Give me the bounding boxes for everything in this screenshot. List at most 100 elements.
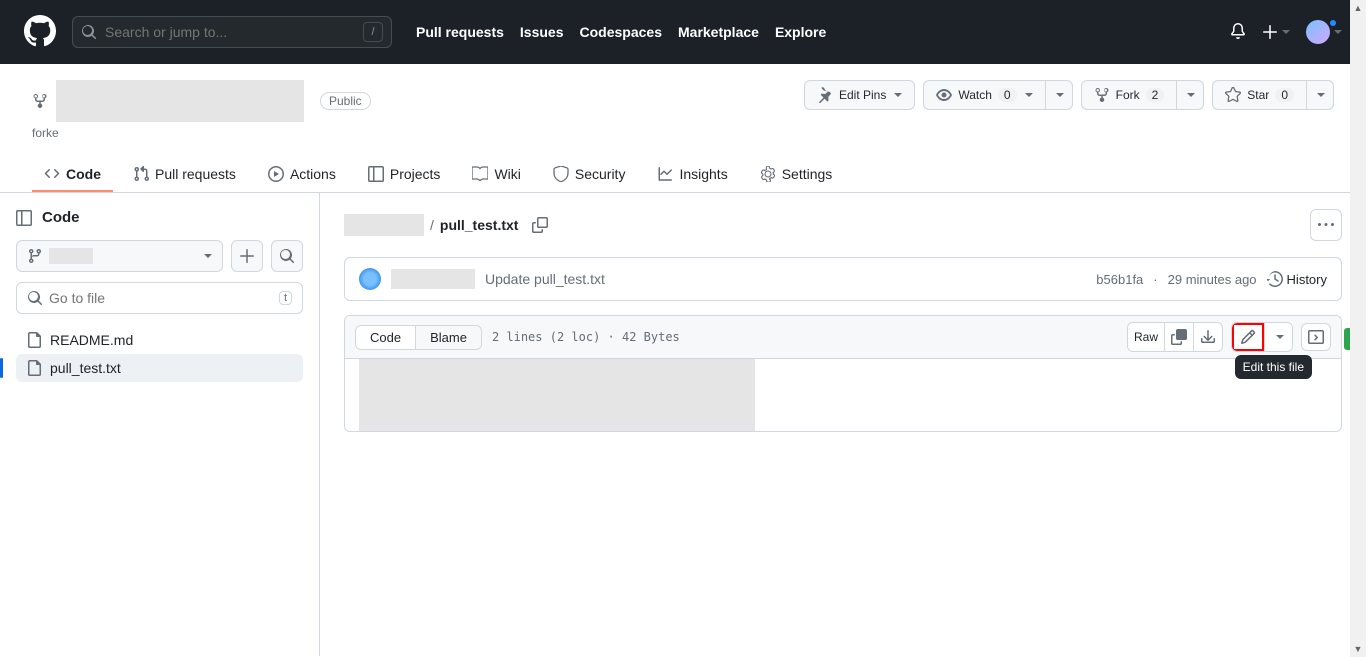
tab-actions[interactable]: Actions (256, 158, 348, 192)
nav-marketplace[interactable]: Marketplace (678, 24, 759, 40)
raw-button[interactable]: Raw (1128, 323, 1164, 351)
nav-explore[interactable]: Explore (775, 24, 826, 40)
fork-button[interactable]: Fork 2 (1081, 80, 1178, 110)
symbols-icon (1308, 329, 1324, 345)
file-tree-sidebar: Code t README.md (0, 193, 320, 656)
github-logo-icon[interactable] (24, 15, 72, 50)
branch-select-button[interactable] (16, 240, 223, 272)
notification-dot (1328, 18, 1338, 28)
history-icon (1267, 271, 1283, 287)
file-name: README.md (50, 332, 133, 348)
sidebar-title-label: Code (42, 209, 80, 226)
search-input[interactable] (105, 24, 363, 40)
watch-button[interactable]: Watch 0 (923, 80, 1045, 110)
commit-message[interactable]: Update pull_test.txt (485, 271, 605, 287)
tab-wiki[interactable]: Wiki (460, 158, 532, 192)
go-to-file-input[interactable]: t (16, 282, 303, 314)
fork-label: Fork (1116, 88, 1140, 102)
commit-time: 29 minutes ago (1168, 272, 1257, 287)
file-item-pull-test[interactable]: pull_test.txt (16, 354, 303, 382)
scroll-down-arrow[interactable]: ▼ (1350, 641, 1366, 657)
tab-code[interactable]: Code (32, 158, 113, 192)
breadcrumb-file: pull_test.txt (440, 217, 519, 233)
star-button[interactable]: Star 0 (1212, 80, 1307, 110)
file-item-readme[interactable]: README.md (16, 326, 303, 354)
tab-insights[interactable]: Insights (645, 158, 739, 192)
chevron-down-icon (1025, 93, 1033, 97)
tab-projects-label: Projects (390, 166, 441, 182)
search-icon (279, 248, 295, 264)
edit-file-button[interactable] (1232, 323, 1264, 351)
plus-icon (239, 248, 255, 264)
chevron-down-icon (1056, 93, 1064, 97)
chevron-down-icon (1187, 93, 1195, 97)
fork-count: 2 (1146, 88, 1165, 102)
pencil-icon (1240, 329, 1256, 345)
commit-author-redacted[interactable] (391, 269, 475, 289)
watch-label: Watch (958, 88, 992, 102)
repo-fork-icon (32, 93, 48, 109)
nav-issues[interactable]: Issues (520, 24, 564, 40)
graph-icon (657, 166, 673, 182)
history-button[interactable]: History (1267, 271, 1327, 287)
tab-code-label: Code (66, 166, 101, 182)
tab-security[interactable]: Security (541, 158, 638, 192)
table-icon (368, 166, 384, 182)
fork-menu-button[interactable] (1177, 80, 1204, 110)
more-options-button[interactable] (1310, 209, 1342, 241)
search-shortcut-key: / (363, 22, 383, 42)
sidebar-collapse-icon[interactable] (16, 210, 32, 226)
file-icon (26, 332, 42, 348)
search-files-button[interactable] (271, 240, 303, 272)
notifications-icon[interactable] (1230, 23, 1246, 42)
add-dropdown[interactable] (1262, 24, 1290, 40)
copy-raw-button[interactable] (1164, 323, 1193, 351)
blame-view-tab[interactable]: Blame (415, 326, 481, 349)
commit-author-avatar[interactable] (359, 268, 381, 290)
edit-file-tooltip: Edit this file (1235, 355, 1312, 379)
play-icon (268, 166, 284, 182)
watch-menu-button[interactable] (1046, 80, 1073, 110)
search-icon (81, 24, 97, 40)
file-content (345, 359, 1341, 431)
tab-actions-label: Actions (290, 166, 336, 182)
code-view-tab[interactable]: Code (356, 326, 415, 349)
eye-icon (936, 87, 952, 103)
file-name: pull_test.txt (50, 360, 121, 376)
vertical-scrollbar[interactable]: ▲ ▼ (1350, 0, 1366, 657)
main-nav-links: Pull requests Issues Codespaces Marketpl… (416, 24, 826, 40)
global-search[interactable]: / (72, 16, 392, 48)
breadcrumb-repo-redacted[interactable] (344, 214, 424, 236)
tab-pull-requests[interactable]: Pull requests (121, 158, 248, 192)
repo-name-redacted (56, 80, 304, 122)
download-raw-button[interactable] (1193, 323, 1222, 351)
star-menu-button[interactable] (1307, 80, 1334, 110)
avatar (1306, 20, 1330, 44)
git-pull-request-icon (133, 166, 149, 182)
commit-hash[interactable]: b56b1fa (1096, 272, 1143, 287)
scroll-up-arrow[interactable]: ▲ (1350, 0, 1366, 16)
symbols-button[interactable] (1301, 323, 1331, 351)
add-file-button[interactable] (231, 240, 263, 272)
visibility-badge: Public (320, 92, 371, 110)
tab-projects[interactable]: Projects (356, 158, 453, 192)
branch-name-redacted (49, 248, 93, 264)
repo-tabs: Code Pull requests Actions Projects Wiki… (32, 158, 1334, 192)
user-menu[interactable] (1306, 20, 1342, 44)
kebab-icon (1318, 217, 1334, 233)
git-branch-icon (27, 248, 43, 264)
chevron-down-icon (1276, 335, 1284, 339)
edit-dropdown-button[interactable] (1264, 323, 1292, 351)
go-to-file-shortcut: t (279, 291, 292, 305)
edit-pins-button[interactable]: Edit Pins (804, 80, 915, 110)
tab-settings[interactable]: Settings (748, 158, 845, 192)
nav-pull-requests[interactable]: Pull requests (416, 24, 504, 40)
copy-path-icon[interactable] (532, 217, 548, 233)
search-icon (27, 290, 43, 306)
file-view-main: / pull_test.txt Update pull_test.txt b56… (320, 193, 1366, 656)
chevron-down-icon (894, 93, 902, 97)
watch-count: 0 (998, 88, 1017, 102)
go-to-file-field[interactable] (49, 290, 279, 306)
code-icon (44, 166, 60, 182)
nav-codespaces[interactable]: Codespaces (580, 24, 662, 40)
